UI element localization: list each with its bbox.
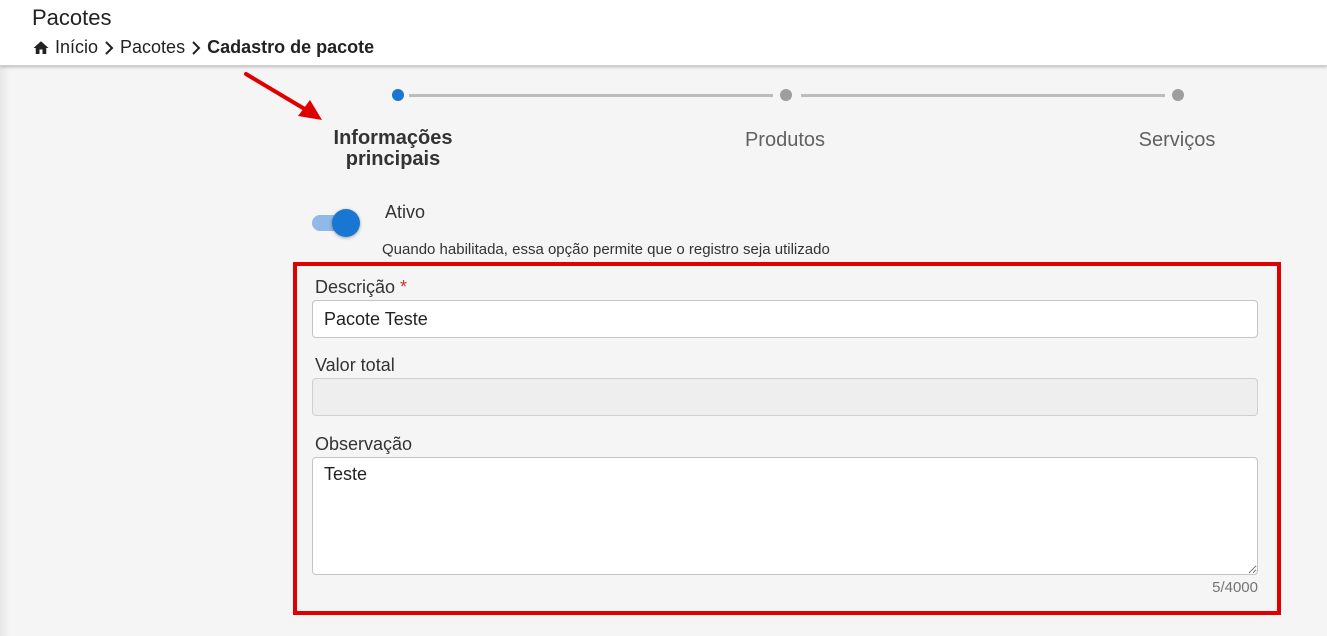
chevron-right-icon (185, 38, 207, 58)
valor-total-input[interactable] (312, 378, 1258, 416)
chevron-right-icon (98, 38, 120, 58)
step-dot-servicos[interactable] (1172, 89, 1184, 101)
annotation-arrow-icon (244, 72, 322, 120)
step-produtos[interactable]: Produtos (725, 130, 845, 151)
breadcrumb: Início Pacotes Cadastro de pacote (32, 37, 374, 58)
observacao-label: Observação (315, 434, 413, 454)
breadcrumb-cadastro-de-pacote: Cadastro de pacote (207, 37, 375, 57)
sidebar-shadow (0, 66, 10, 636)
step-servicos[interactable]: Serviços (1117, 130, 1237, 151)
observacao-char-counter: 5/4000 (1212, 579, 1258, 596)
step-dot-informacoes-principais[interactable] (392, 89, 404, 101)
breadcrumb-pacotes[interactable]: Pacotes (120, 37, 185, 58)
ativo-hint: Quando habilitada, essa opção permite qu… (382, 241, 830, 258)
step-label-line2: principais (345, 148, 441, 170)
page-header: Pacotes Início Pacotes Cadastro de pacot… (0, 0, 1327, 66)
observacao-textarea[interactable]: Teste (312, 457, 1258, 575)
required-marker: * (400, 277, 408, 297)
step-label-line1: Informações (333, 127, 453, 149)
ativo-toggle[interactable] (312, 208, 362, 238)
descricao-label-text: Descrição (315, 277, 396, 297)
descricao-label: Descrição * (315, 277, 407, 298)
step-dot-produtos[interactable] (780, 89, 792, 101)
toggle-thumb (332, 209, 360, 237)
home-icon (33, 40, 49, 54)
stepper-connector-2 (801, 94, 1165, 97)
breadcrumb-inicio[interactable]: Início (32, 37, 98, 58)
valor-total-label: Valor total (315, 355, 395, 375)
breadcrumb-inicio-label: Início (55, 37, 99, 57)
ativo-label: Ativo (385, 202, 426, 222)
step-informacoes-principais[interactable]: Informações principais (318, 128, 468, 170)
descricao-input[interactable] (312, 300, 1258, 338)
page-title: Pacotes (32, 5, 112, 30)
stepper-connector-1 (409, 94, 773, 97)
